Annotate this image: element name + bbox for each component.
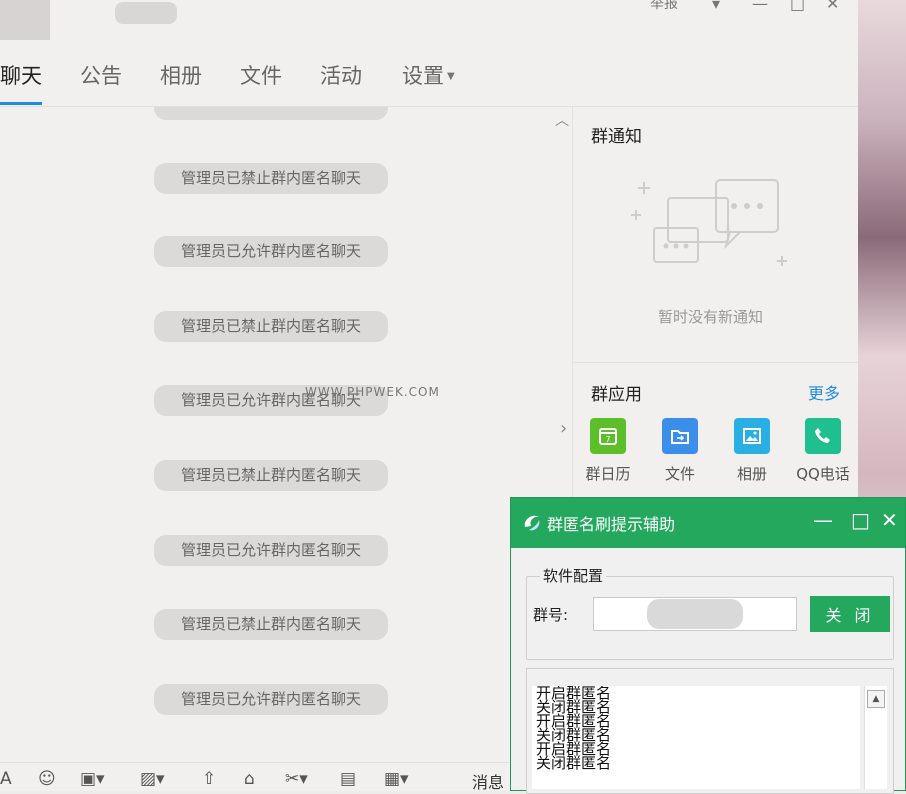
app-qq-call[interactable]: QQ电话	[788, 418, 858, 484]
folder-icon	[662, 418, 698, 454]
svg-text:7: 7	[605, 435, 610, 444]
apps-title: 群应用	[591, 385, 642, 405]
helper-title: 群匿名刷提示辅助	[547, 515, 676, 534]
message-history-button[interactable]: 消息	[472, 769, 504, 791]
system-message	[154, 107, 388, 120]
scroll-up-arrow-icon[interactable]: ▲	[867, 690, 885, 708]
tab-bar: 聊天 公告 相册 文件 活动 设置 ▼	[0, 58, 858, 105]
minimize-icon[interactable]: —	[752, 0, 768, 13]
app-label: QQ电话	[796, 465, 850, 483]
app-label: 相册	[736, 465, 767, 483]
empty-notice-text: 暂时没有新通知	[658, 308, 764, 326]
maximize-icon[interactable]: □	[851, 508, 870, 532]
menu-caret-icon[interactable]: ▾	[712, 0, 720, 13]
tab-activity[interactable]: 活动	[320, 58, 362, 104]
log-line: 关闭群匿名	[536, 754, 612, 772]
font-icon[interactable]: A	[0, 769, 12, 789]
log-list[interactable]: 开启群匿名 关闭群匿名 开启群匿名 关闭群匿名 开启群匿名 关闭群匿名	[532, 686, 860, 789]
scissors-icon[interactable]: ✂▾	[285, 769, 308, 789]
app-logo-icon	[524, 515, 540, 531]
tab-label: 相册	[160, 64, 202, 88]
system-message: 管理员已允许群内匿名聊天	[154, 236, 388, 267]
system-message: 管理员已允许群内匿名聊天	[154, 535, 388, 566]
group-number-label: 群号:	[533, 606, 569, 624]
gif-icon[interactable]: ▣▾	[80, 769, 105, 789]
system-message: 管理员已禁止群内匿名聊天	[154, 609, 388, 640]
collapse-side-icon[interactable]: ›	[560, 418, 567, 439]
close-icon[interactable]: ✕	[881, 508, 898, 532]
image-icon[interactable]: ▨▾	[140, 769, 165, 789]
tab-album[interactable]: 相册	[160, 58, 202, 104]
system-message: 管理员已禁止群内匿名聊天	[154, 460, 388, 491]
helper-title-bar[interactable]: 群匿名刷提示辅助 — □ ✕	[511, 498, 905, 548]
close-icon[interactable]: ✕	[826, 0, 839, 13]
tab-label: 设置	[402, 64, 444, 88]
phone-icon	[805, 418, 841, 454]
app-files[interactable]: 文件	[645, 418, 715, 484]
group-avatar[interactable]	[0, 0, 50, 40]
site-watermark: WWW.PHPWEK.COM	[305, 385, 440, 399]
app-label: 群日历	[585, 465, 631, 483]
more-tools-icon[interactable]: ▦▾	[384, 769, 409, 789]
tab-files[interactable]: 文件	[240, 58, 282, 104]
chevron-down-icon: ▼	[447, 71, 455, 82]
more-apps-link[interactable]: 更多	[808, 380, 840, 404]
title-bar: 举报 ▾ — □ ✕	[0, 0, 858, 40]
log-scrollbar[interactable]: ▲	[864, 686, 887, 789]
tab-label: 聊天	[0, 64, 42, 88]
notice-title: 群通知	[591, 127, 642, 147]
redacted-group-number	[647, 599, 743, 629]
app-album[interactable]: 相册	[717, 418, 787, 484]
tab-announcement[interactable]: 公告	[80, 58, 122, 104]
sticker-icon[interactable]: ▤	[340, 769, 356, 789]
app-label: 文件	[664, 465, 695, 483]
close-button[interactable]: 关 闭	[810, 596, 890, 632]
collapse-up-icon[interactable]: ︿	[555, 110, 569, 130]
tab-label: 公告	[80, 64, 122, 88]
app-group-calendar[interactable]: 7 群日历	[573, 418, 643, 484]
emoji-icon[interactable]: ☺	[38, 769, 56, 789]
system-message: 管理员已允许群内匿名聊天	[154, 684, 388, 715]
tab-label: 文件	[240, 64, 282, 88]
group-name-redacted	[115, 2, 177, 24]
section-divider	[572, 362, 858, 363]
report-link[interactable]: 举报	[650, 0, 678, 13]
tab-settings[interactable]: 设置 ▼	[402, 58, 455, 104]
photo-icon	[734, 418, 770, 454]
maximize-icon[interactable]: □	[790, 0, 805, 13]
helper-dialog: 群匿名刷提示辅助 — □ ✕ 软件配置 群号: 关 闭 开启群匿名 关闭群匿名 …	[510, 497, 906, 794]
empty-notice-illustration-icon	[631, 179, 787, 266]
system-message: 管理员已禁止群内匿名聊天	[154, 311, 388, 342]
tab-chat[interactable]: 聊天	[0, 58, 42, 105]
tab-label: 活动	[320, 64, 362, 88]
upload-icon[interactable]: ⇧	[202, 769, 216, 789]
config-groupbox-label: 软件配置	[540, 565, 607, 586]
system-message: 管理员已禁止群内匿名聊天	[154, 163, 388, 194]
minimize-icon[interactable]: —	[813, 508, 833, 532]
calendar-icon: 7	[590, 418, 626, 454]
shake-icon[interactable]: ⌂	[244, 769, 255, 789]
chat-message-area[interactable]: 管理员已禁止群内匿名聊天 管理员已允许群内匿名聊天 管理员已禁止群内匿名聊天 管…	[0, 107, 572, 762]
